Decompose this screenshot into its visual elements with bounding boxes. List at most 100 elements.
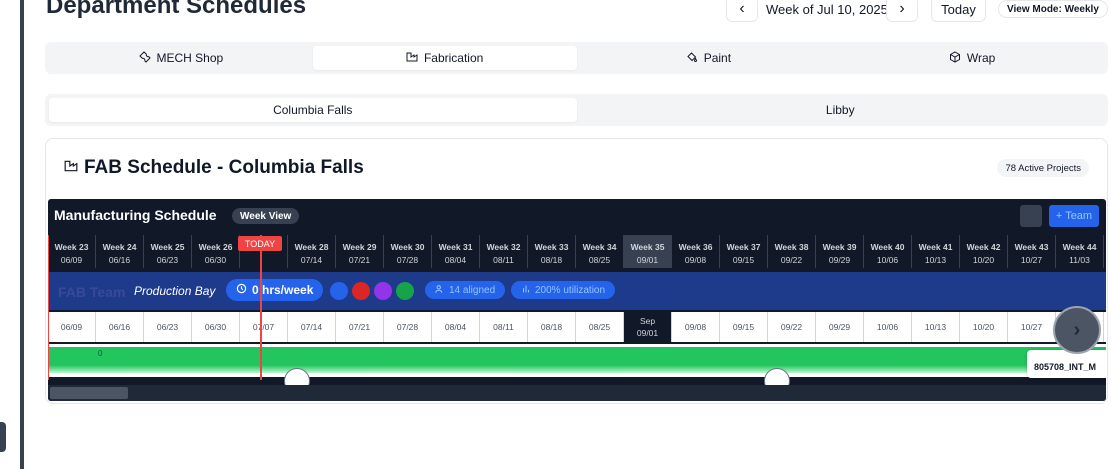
manufacturing-schedule: Manufacturing Schedule Week View + Team … xyxy=(48,199,1106,401)
week-date-cell: 09/15 xyxy=(720,312,768,342)
horizontal-scrollbar[interactable] xyxy=(48,385,1106,401)
week-label: Week 34 xyxy=(582,242,617,252)
hours-per-week-pill[interactable]: 0 hrs/week xyxy=(226,279,324,301)
date-text: 09/01 xyxy=(636,328,659,338)
today-button[interactable]: Today xyxy=(931,0,986,22)
date-text: 09/08 xyxy=(684,322,707,332)
tab-libby[interactable]: Libby xyxy=(577,98,1105,122)
week-date-cell: 08/18 xyxy=(528,312,576,342)
tab-wrap[interactable]: Wrap xyxy=(840,46,1104,70)
view-mode-toggle[interactable]: View Mode: Weekly xyxy=(998,0,1108,18)
team-subtitle: Production Bay xyxy=(134,284,216,298)
week-date-cell: 06/23 xyxy=(144,312,192,342)
week-date-cell: 06/09 xyxy=(48,312,96,342)
wrench-role-icon[interactable] xyxy=(330,282,348,300)
week-column-header[interactable]: Week 35 09/01 xyxy=(624,235,672,268)
week-column-header[interactable]: Week 24 06/16 xyxy=(96,235,144,268)
settings-square-button[interactable] xyxy=(1020,205,1042,227)
week-date: 06/09 xyxy=(60,255,83,265)
card-title-text: FAB Schedule - Columbia Falls xyxy=(84,157,364,178)
week-header-row: Week 23 06/09 Week 24 06/16 Week 25 06/23 Week… xyxy=(48,235,1106,268)
chevron-right-icon: › xyxy=(1073,318,1081,341)
week-column-header[interactable]: Week 23 06/09 xyxy=(48,235,96,268)
date-text: 07/28 xyxy=(396,322,419,332)
date-text: 10/13 xyxy=(924,322,947,332)
week-column-header[interactable]: Week 43 10/27 xyxy=(1008,235,1056,268)
tab-mech-shop[interactable]: MECH Shop xyxy=(49,46,313,70)
tab-paint[interactable]: Paint xyxy=(577,46,841,70)
date-text: 09/29 xyxy=(828,322,851,332)
week-view-badge: Week View xyxy=(232,208,300,224)
scrollbar-thumb[interactable] xyxy=(50,387,128,399)
week-date: 10/13 xyxy=(924,255,947,265)
scroll-right-button[interactable]: › xyxy=(1053,306,1101,354)
week-column-header[interactable]: Week 39 09/29 xyxy=(816,235,864,268)
week-label: Week 36 xyxy=(678,242,713,252)
week-column-header[interactable]: Week 40 10/06 xyxy=(864,235,912,268)
team-row: FAB Team Production Bay 0 hrs/week 14 al… xyxy=(48,272,1106,310)
grid-role-icon[interactable] xyxy=(352,282,370,300)
date-text: 07/21 xyxy=(348,322,371,332)
week-label: Week 41 xyxy=(918,242,953,252)
tab-fabrication[interactable]: Fabrication xyxy=(312,46,577,70)
project-bars-row: 0 805708_INT_M xyxy=(48,344,1106,394)
page-title: Department Schedules xyxy=(46,0,307,19)
week-column-header[interactable]: Week 26 06/30 xyxy=(192,235,240,268)
users-icon xyxy=(435,284,445,297)
date-text: 06/23 xyxy=(156,322,179,332)
week-column-header[interactable]: Week 44 11/03 xyxy=(1056,235,1104,268)
next-week-button[interactable]: › xyxy=(886,0,918,22)
week-column-header[interactable]: Week 38 09/22 xyxy=(768,235,816,268)
week-column-header[interactable]: Week 29 07/21 xyxy=(336,235,384,268)
week-column-header[interactable]: Week 32 08/11 xyxy=(480,235,528,268)
week-column-header[interactable]: Week 31 08/04 xyxy=(432,235,480,268)
week-label: Week 26 xyxy=(198,242,233,252)
range-edge-line xyxy=(48,235,49,380)
week-column-header[interactable]: Week 41 10/13 xyxy=(912,235,960,268)
department-tabs: MECH Shop Fabrication Paint Wrap xyxy=(45,42,1108,74)
date-text: 08/04 xyxy=(444,322,467,332)
schedule-card: FAB Schedule - Columbia Falls 78 Active … xyxy=(45,138,1108,404)
week-column-header[interactable]: Week 34 08/25 xyxy=(576,235,624,268)
active-projects-badge: 78 Active Projects xyxy=(997,159,1089,177)
project-card[interactable]: 805708_INT_M xyxy=(1027,350,1106,378)
factory-icon xyxy=(406,51,418,66)
week-column-header[interactable]: Week 42 10/20 xyxy=(960,235,1008,268)
week-column-header[interactable]: Week 30 07/28 xyxy=(384,235,432,268)
week-column-header[interactable]: Week 37 09/15 xyxy=(720,235,768,268)
week-date-cell: 10/20 xyxy=(960,312,1008,342)
today-button-label: Today xyxy=(941,1,976,17)
week-date: 11/03 xyxy=(1069,255,1090,265)
week-label: Week 42 xyxy=(966,242,1001,252)
target-role-icon[interactable] xyxy=(396,282,414,300)
week-column-header[interactable]: Week 33 08/18 xyxy=(528,235,576,268)
week-column-header[interactable]: Week 28 07/14 xyxy=(288,235,336,268)
add-team-button[interactable]: + Team xyxy=(1049,205,1099,227)
prev-week-button[interactable]: ‹ xyxy=(726,0,758,22)
capacity-zero-label: 0 xyxy=(98,349,103,358)
week-date-cell: 10/13 xyxy=(912,312,960,342)
schedule-title: Manufacturing Schedule xyxy=(54,207,217,223)
today-line xyxy=(260,235,262,380)
week-column-header[interactable]: Week 25 06/23 xyxy=(144,235,192,268)
week-date-cell: 08/04 xyxy=(432,312,480,342)
week-label: Week 25 xyxy=(150,242,185,252)
tab-columbia-falls[interactable]: Columbia Falls xyxy=(49,98,577,122)
paint-bucket-icon xyxy=(686,51,698,66)
date-text: 07/07 xyxy=(252,322,275,332)
capacity-bar[interactable] xyxy=(48,347,1106,373)
date-text: 06/16 xyxy=(108,322,131,332)
week-date: 06/30 xyxy=(204,255,227,265)
week-column-header[interactable]: Week 36 09/08 xyxy=(672,235,720,268)
week-date-cell: 06/16 xyxy=(96,312,144,342)
date-text: 08/11 xyxy=(493,322,514,332)
globe-role-icon[interactable] xyxy=(374,282,392,300)
sidebar-toggle-handle[interactable] xyxy=(0,422,6,452)
week-label: Week 29 xyxy=(342,242,377,252)
week-date-cell: 09/08 xyxy=(672,312,720,342)
week-label: Week 35 xyxy=(630,242,665,252)
bar-chart-icon xyxy=(521,284,531,297)
date-text: 07/14 xyxy=(300,322,323,332)
week-label: Week 44 xyxy=(1062,242,1097,252)
week-date: 07/14 xyxy=(300,255,323,265)
